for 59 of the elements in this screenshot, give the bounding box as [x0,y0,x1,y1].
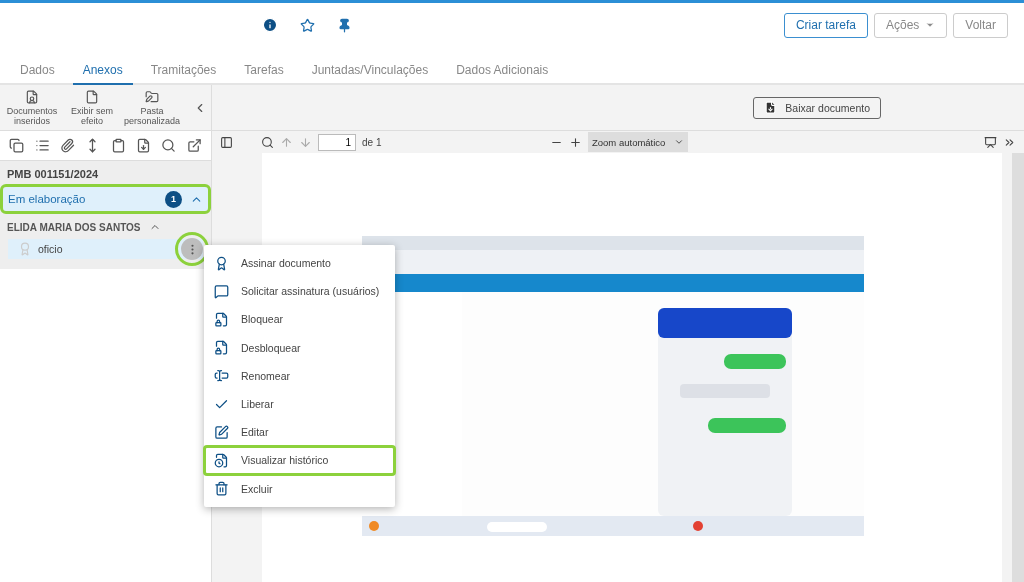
process-number: PMB 001151/2024 [6,167,100,182]
folder-row[interactable]: Em elaboração 1 [3,187,208,211]
page-total: de 1 [362,136,382,148]
menu-item[interactable]: Solicitar assinatura (usuários) [204,277,395,306]
toolbar-button[interactable]: Pasta personalizada [124,89,180,126]
edit-icon [214,424,229,440]
menu-item[interactable]: Assinar documento [204,249,395,278]
menu-item[interactable]: Visualizar histórico [204,446,395,475]
menu-item[interactable]: Renomear [204,361,395,390]
file-unlock-icon [214,340,229,356]
header-button[interactable]: Voltar [953,12,1008,38]
copy-icon[interactable] [9,138,25,153]
info-icon[interactable] [262,17,278,33]
rename-icon [214,368,229,384]
award-icon [214,255,229,271]
tab[interactable]: Juntadas/Vinculações [301,63,439,85]
toolbar-button[interactable]: Documentos inseridos [4,89,60,126]
menu-item[interactable]: Liberar [204,389,395,419]
header-button[interactable]: Ações [873,12,948,38]
zoom-select[interactable]: Zoom automático [588,132,688,152]
tab[interactable]: Tramitações [140,63,227,85]
chat-edit-icon [214,283,229,299]
author-name: ELIDA MARIA DOS SANTOS [7,221,141,233]
file-lock-icon [214,311,229,327]
sidebar-toggle-icon[interactable] [220,135,233,149]
document-user-icon [25,89,39,104]
presentation-icon[interactable] [984,135,997,149]
file-download-icon [764,101,778,114]
paperclip-icon[interactable] [59,138,75,153]
count-badge: 1 [165,190,182,208]
search-icon[interactable] [261,135,274,149]
page-number-field[interactable]: 1 [318,133,356,151]
tab[interactable]: Dados [10,63,65,85]
menu-item[interactable]: Desbloquear [204,333,395,362]
file-clock-icon [214,452,229,468]
header-button[interactable]: Criar tarefa [783,12,868,38]
list-icon[interactable] [34,138,50,153]
file-download-icon[interactable] [136,138,152,153]
search-icon[interactable] [161,138,177,153]
tab[interactable]: Tarefas [234,63,294,85]
download-button[interactable]: Baixar documento [753,96,881,119]
folder-edit-icon [145,89,159,104]
menu-item[interactable]: Excluir [204,474,395,503]
caret-icon [674,137,684,147]
document-name[interactable]: oficio [38,243,63,255]
file-icon [85,89,99,104]
award-icon [18,242,32,256]
tab[interactable]: Dados Adicionais [446,63,559,85]
menu-item[interactable]: Bloquear [204,305,395,334]
toolbar-button[interactable]: Exibir sem efeito [64,89,120,126]
star-icon[interactable] [300,17,315,33]
trash-icon [214,481,229,497]
menu-item[interactable]: Editar [204,418,395,447]
pin-icon[interactable] [337,17,352,33]
clipboard-icon[interactable] [110,138,126,153]
zoom-in-icon[interactable] [569,135,582,149]
folder-label: Em elaboração [8,193,86,205]
caret-icon [925,20,936,30]
external-link-icon[interactable] [186,138,202,153]
